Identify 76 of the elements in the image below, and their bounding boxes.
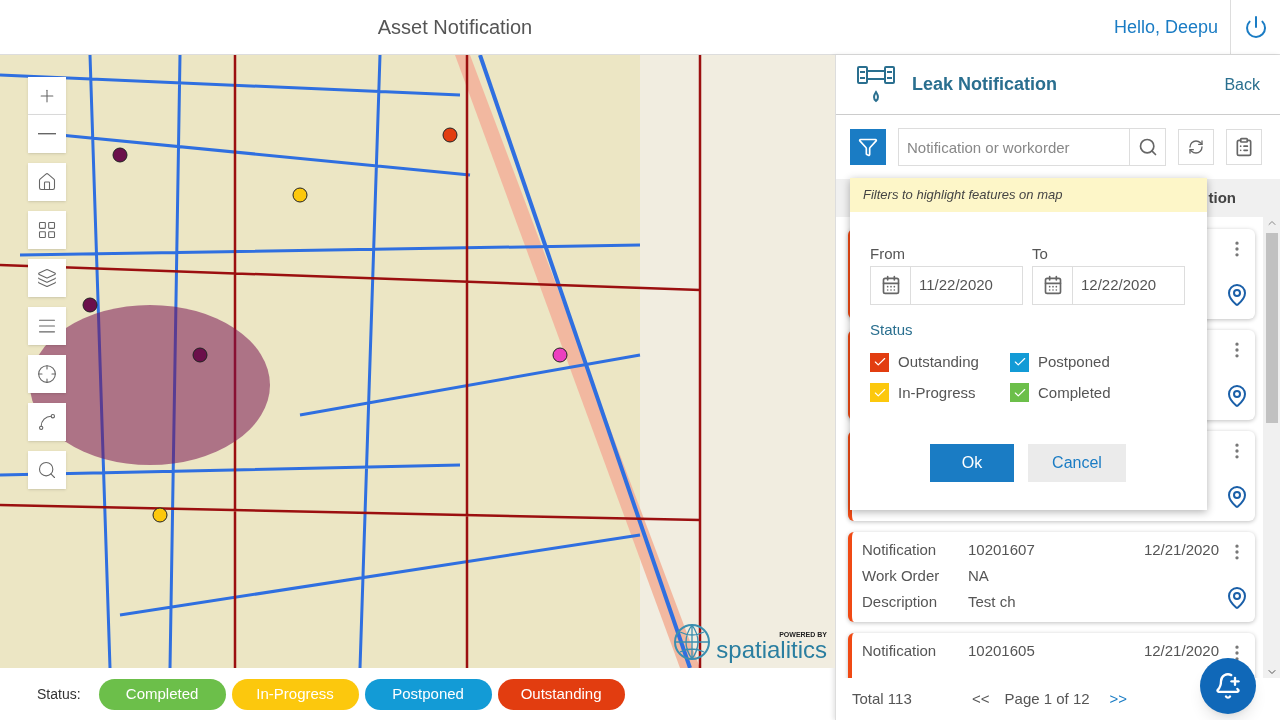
status-legend-pill: Completed xyxy=(98,678,226,710)
layers-button[interactable] xyxy=(28,259,66,297)
field-label: Work Order xyxy=(862,566,941,586)
field-label: Notification xyxy=(862,641,938,661)
search-icon xyxy=(1137,137,1158,157)
globe-icon xyxy=(672,622,713,662)
line-graph-icon xyxy=(37,412,57,432)
notification-date: 12/21/2020 xyxy=(1143,540,1219,560)
status-label: Status: xyxy=(37,684,81,704)
page-title: Asset Notification xyxy=(377,16,533,38)
home-button[interactable] xyxy=(28,163,66,201)
ok-button[interactable]: Ok xyxy=(930,444,1014,482)
notification-card[interactable]: Notification 10201607 12/21/2020 Work Order NA Description Test ch xyxy=(848,532,1255,622)
status-legend-pill: Postponed xyxy=(364,678,492,710)
grid-icon xyxy=(37,220,57,240)
search-icon xyxy=(37,460,57,480)
date-field[interactable]: 12/22/2020 xyxy=(1032,265,1185,305)
description-value: Test ch xyxy=(968,592,1016,612)
status-option-label: In-Progress xyxy=(898,382,976,403)
notification-card[interactable]: Notification 10201605 12/21/2020 xyxy=(848,633,1255,678)
previous-page-link[interactable]: << xyxy=(972,687,990,711)
map-pin-icon[interactable] xyxy=(1225,586,1249,610)
date-label: From xyxy=(870,244,906,264)
notification-number: 10201607 xyxy=(968,540,1036,560)
map-search-button[interactable] xyxy=(28,451,66,489)
field-label: Description xyxy=(862,592,939,612)
search-button[interactable] xyxy=(1130,128,1166,166)
date-label: To xyxy=(1032,244,1049,264)
status-checkbox[interactable] xyxy=(1010,383,1029,403)
calendar-icon xyxy=(1042,275,1063,295)
filter-icon xyxy=(858,137,878,157)
document-icon xyxy=(1234,137,1254,157)
search-field[interactable]: Notification or workorder xyxy=(898,128,1130,166)
house-icon xyxy=(37,172,57,192)
calendar-icon xyxy=(880,275,901,295)
column-header: tion xyxy=(1208,187,1236,208)
status-legend-pill: In-Progress xyxy=(231,678,359,710)
status-option-label: Postponed xyxy=(1038,352,1110,372)
scrollbar-thumb[interactable] xyxy=(1265,233,1278,423)
status-legend-pill: Outstanding xyxy=(497,678,625,710)
status-option-label: Outstanding xyxy=(898,352,979,372)
panel-title: Leak Notification xyxy=(912,73,1058,96)
filter-hint: Filters to highlight features on map xyxy=(863,186,1063,205)
minus-icon xyxy=(38,133,56,135)
map-pin-icon[interactable] xyxy=(1225,283,1249,307)
logo-wordmark: spatialitics xyxy=(716,638,827,662)
legend-button[interactable] xyxy=(28,307,66,345)
total-count: Total 113 xyxy=(852,688,913,709)
measure-button[interactable] xyxy=(28,403,66,441)
layers-icon xyxy=(37,268,57,288)
power-icon xyxy=(1243,15,1268,39)
add-notification-button[interactable] xyxy=(1200,658,1256,714)
refresh-icon xyxy=(1188,139,1204,155)
crosshair-icon xyxy=(37,364,57,384)
date-field[interactable]: 11/22/2020 xyxy=(870,265,1023,305)
page-indicator: Page 1 of 12 xyxy=(1004,688,1090,709)
greeting: Hello, Deepu xyxy=(1113,15,1219,39)
work-order-value: NA xyxy=(968,566,989,586)
cancel-button[interactable]: Cancel xyxy=(1028,444,1126,482)
locate-button[interactable] xyxy=(28,355,66,393)
status-checkbox[interactable] xyxy=(870,352,889,372)
filter-button[interactable] xyxy=(850,129,886,165)
bell-plus-icon xyxy=(1214,672,1242,700)
map-pin-icon[interactable] xyxy=(1225,485,1249,509)
notification-date: 12/21/2020 xyxy=(1143,641,1219,661)
back-link[interactable]: Back xyxy=(1224,72,1260,97)
map-pin-icon[interactable] xyxy=(1225,384,1249,408)
next-page-link[interactable]: >> xyxy=(1109,687,1128,711)
basemap-button[interactable] xyxy=(28,211,66,249)
status-heading: Status xyxy=(869,319,914,340)
notification-number: 10201605 xyxy=(968,641,1036,661)
field-label: Notification xyxy=(862,540,938,560)
status-option-label: Completed xyxy=(1038,382,1111,403)
list-report-button[interactable] xyxy=(1226,129,1262,165)
refresh-button[interactable] xyxy=(1178,129,1214,165)
status-checkbox[interactable] xyxy=(1010,352,1029,372)
